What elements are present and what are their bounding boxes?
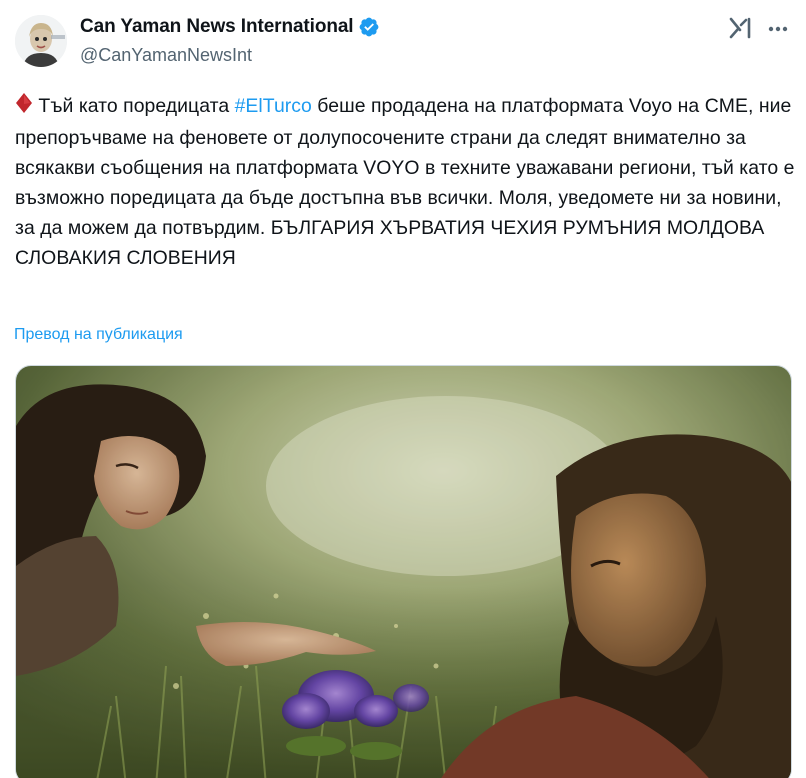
grok-icon[interactable] bbox=[728, 15, 754, 41]
scene-photo-image bbox=[16, 366, 791, 778]
author-display-name[interactable]: Can Yaman News International bbox=[80, 16, 354, 38]
post-text-intro: Тъй като поредицата bbox=[33, 95, 235, 117]
translate-post-link[interactable]: Превод на публикация bbox=[14, 326, 183, 344]
post-text-body: беше продадена на платформата Voyo на CM… bbox=[15, 95, 795, 269]
display-name-row: Can Yaman News International bbox=[80, 14, 380, 40]
author-avatar[interactable] bbox=[15, 15, 67, 67]
author-handle[interactable]: @CanYamanNewsInt bbox=[80, 45, 380, 66]
more-options-icon[interactable] bbox=[765, 16, 791, 42]
author-block: Can Yaman News International @CanYamanNe… bbox=[80, 14, 380, 66]
avatar-photo-icon bbox=[15, 15, 67, 67]
hashtag-link[interactable]: #ElTurco bbox=[235, 95, 312, 117]
post-text: Тъй като поредицата #ElTurco беше продад… bbox=[15, 91, 795, 273]
verified-badge-icon[interactable] bbox=[358, 16, 380, 38]
red-diamond-emoji-icon bbox=[15, 92, 33, 123]
post-media-photo[interactable] bbox=[15, 365, 792, 778]
post-card: Can Yaman News International @CanYamanNe… bbox=[0, 0, 806, 778]
